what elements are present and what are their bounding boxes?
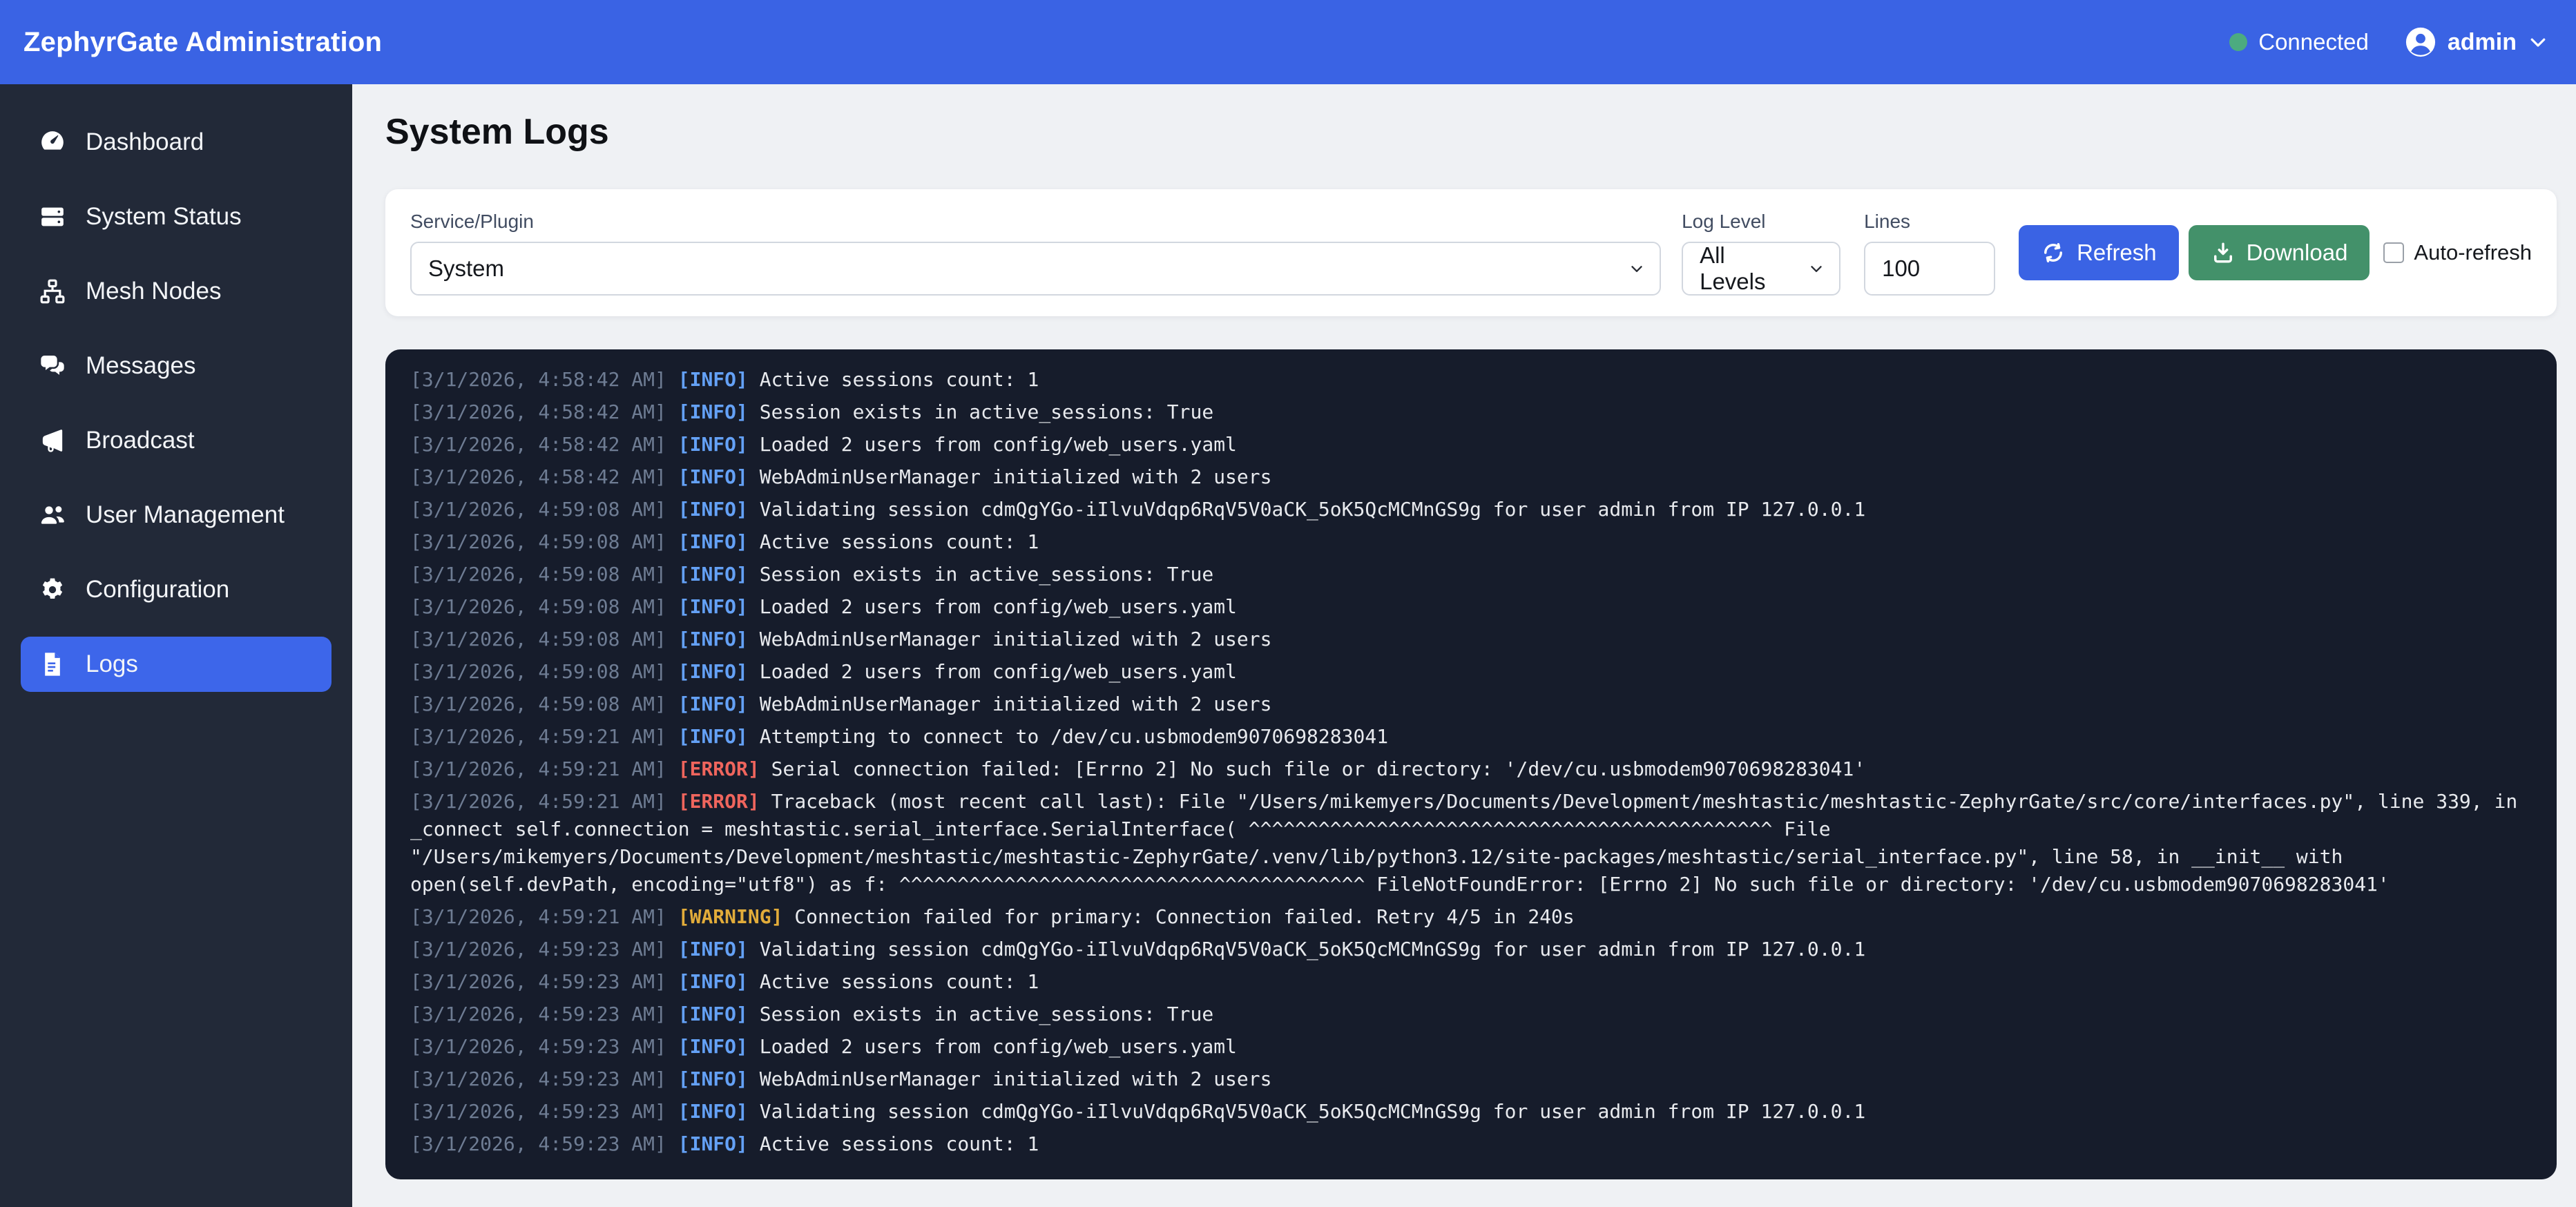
people-icon <box>39 501 66 529</box>
lines-input[interactable] <box>1864 242 1995 296</box>
log-entry: [3/1/2026, 4:59:21 AM] [INFO] Attempting… <box>410 723 2532 751</box>
auto-refresh-control: Auto-refresh <box>2383 240 2532 265</box>
file-text-icon <box>39 650 66 678</box>
network-icon <box>39 278 66 305</box>
log-entry: [3/1/2026, 4:59:08 AM] [INFO] Loaded 2 u… <box>410 658 2532 686</box>
user-name: admin <box>2448 29 2517 56</box>
refresh-button[interactable]: Refresh <box>2019 225 2179 280</box>
auto-refresh-checkbox[interactable] <box>2383 242 2404 263</box>
sidebar-item-messages[interactable]: Messages <box>21 338 331 394</box>
app-title: ZephyrGate Administration <box>23 27 382 58</box>
service-label: Service/Plugin <box>410 210 1661 233</box>
chevron-down-icon <box>1807 260 1825 278</box>
log-level-select[interactable]: All Levels <box>1682 242 1840 296</box>
service-select[interactable]: System <box>410 242 1661 296</box>
auto-refresh-label: Auto-refresh <box>2414 240 2532 265</box>
sidebar-item-label: Messages <box>86 352 196 380</box>
log-entry: [3/1/2026, 4:59:23 AM] [INFO] Active ses… <box>410 968 2532 996</box>
download-icon <box>2211 240 2236 265</box>
megaphone-icon <box>39 427 66 454</box>
sidebar-item-broadcast[interactable]: Broadcast <box>21 413 331 468</box>
log-filter-card: Service/Plugin System Log Level All Leve… <box>385 189 2557 316</box>
sidebar-item-label: System Status <box>86 203 242 231</box>
header-right: Connected admin <box>2229 26 2548 58</box>
sidebar-item-mesh-nodes[interactable]: Mesh Nodes <box>21 264 331 319</box>
log-entry: [3/1/2026, 4:59:08 AM] [INFO] Validating… <box>410 496 2532 523</box>
page-title: System Logs <box>385 110 2555 153</box>
log-entry: [3/1/2026, 4:59:23 AM] [INFO] Loaded 2 u… <box>410 1033 2532 1061</box>
log-entry: [3/1/2026, 4:59:23 AM] [INFO] Session ex… <box>410 1001 2532 1028</box>
chevron-down-icon <box>2528 32 2548 52</box>
sidebar-item-label: Mesh Nodes <box>86 278 221 305</box>
sidebar-item-label: Logs <box>86 650 138 678</box>
connection-status: Connected <box>2229 29 2369 55</box>
log-entry: [3/1/2026, 4:59:21 AM] [ERROR] Traceback… <box>410 788 2532 898</box>
sidebar-item-label: Broadcast <box>86 427 195 454</box>
server-icon <box>39 203 66 231</box>
sidebar-item-configuration[interactable]: Configuration <box>21 562 331 617</box>
download-button[interactable]: Download <box>2189 225 2370 280</box>
refresh-button-label: Refresh <box>2077 240 2157 266</box>
download-button-label: Download <box>2247 240 2348 266</box>
log-entry: [3/1/2026, 4:59:23 AM] [INFO] Active ses… <box>410 1130 2532 1158</box>
log-entry: [3/1/2026, 4:59:08 AM] [INFO] WebAdminUs… <box>410 691 2532 718</box>
log-entry: [3/1/2026, 4:59:23 AM] [INFO] Validating… <box>410 936 2532 963</box>
sidebar-item-label: Dashboard <box>86 128 204 156</box>
log-entry: [3/1/2026, 4:58:42 AM] [INFO] WebAdminUs… <box>410 463 2532 491</box>
connection-status-dot <box>2229 33 2247 51</box>
gauge-icon <box>39 128 66 156</box>
chat-icon <box>39 352 66 380</box>
sidebar-item-logs[interactable]: Logs <box>21 637 331 692</box>
log-entry: [3/1/2026, 4:58:42 AM] [INFO] Loaded 2 u… <box>410 431 2532 458</box>
user-menu[interactable]: admin <box>2405 26 2548 58</box>
refresh-icon <box>2041 240 2066 265</box>
log-entry: [3/1/2026, 4:59:08 AM] [INFO] WebAdminUs… <box>410 626 2532 653</box>
log-level-select-value: All Levels <box>1700 242 1795 295</box>
sidebar-item-system-status[interactable]: System Status <box>21 189 331 244</box>
connection-status-label: Connected <box>2258 29 2369 55</box>
log-level-label: Log Level <box>1682 210 1840 233</box>
lines-field: Lines <box>1864 210 1995 296</box>
service-field: Service/Plugin System <box>410 210 1661 296</box>
log-level-field: Log Level All Levels <box>1682 210 1840 296</box>
log-viewer[interactable]: [3/1/2026, 4:58:42 AM] [INFO] Active ses… <box>385 349 2557 1179</box>
sidebar-item-user-management[interactable]: User Management <box>21 487 331 543</box>
gear-icon <box>39 576 66 604</box>
sidebar-item-label: User Management <box>86 501 285 529</box>
lines-label: Lines <box>1864 210 1995 233</box>
log-entry: [3/1/2026, 4:58:42 AM] [INFO] Active ses… <box>410 366 2532 394</box>
sidebar-item-label: Configuration <box>86 576 229 604</box>
log-entry: [3/1/2026, 4:59:08 AM] [INFO] Loaded 2 u… <box>410 593 2532 621</box>
log-entry: [3/1/2026, 4:59:23 AM] [INFO] Validating… <box>410 1098 2532 1126</box>
service-select-value: System <box>428 255 504 282</box>
log-entry: [3/1/2026, 4:59:21 AM] [WARNING] Connect… <box>410 903 2532 931</box>
sidebar: Dashboard System Status Mesh Nodes Messages… <box>0 84 352 1207</box>
main-content: System Logs Service/Plugin System Log Le… <box>352 84 2576 1207</box>
chevron-down-icon <box>1628 260 1646 278</box>
sidebar-item-dashboard[interactable]: Dashboard <box>21 115 331 170</box>
log-entry: [3/1/2026, 4:59:08 AM] [INFO] Active ses… <box>410 528 2532 556</box>
log-entry: [3/1/2026, 4:59:08 AM] [INFO] Session ex… <box>410 561 2532 588</box>
log-entry: [3/1/2026, 4:59:21 AM] [ERROR] Serial co… <box>410 755 2532 783</box>
log-entry: [3/1/2026, 4:58:42 AM] [INFO] Session ex… <box>410 398 2532 426</box>
app-header: ZephyrGate Administration Connected admi… <box>0 0 2576 84</box>
log-entry: [3/1/2026, 4:59:23 AM] [INFO] WebAdminUs… <box>410 1065 2532 1093</box>
user-avatar-icon <box>2405 26 2436 58</box>
